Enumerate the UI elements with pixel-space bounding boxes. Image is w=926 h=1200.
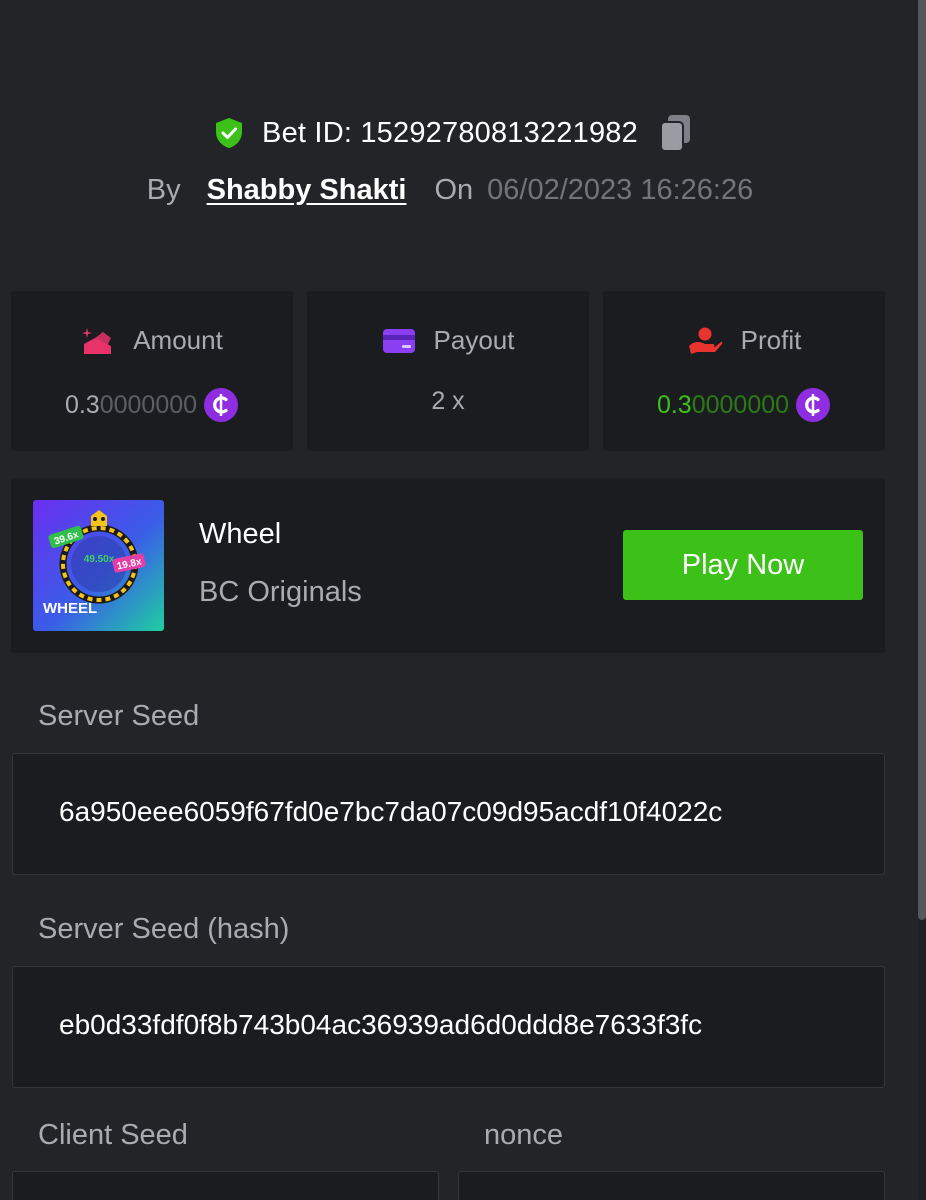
nonce-field[interactable] [458,1171,885,1200]
payout-title: Payout [307,325,589,356]
amount-card: Amount 0.3 0000000 [11,291,293,451]
payout-card: Payout 2 x [307,291,589,451]
game-provider: BC Originals [199,576,362,608]
nonce-label: nonce [484,1119,564,1151]
copy-icon[interactable] [658,113,694,153]
server-seed-field[interactable]: 6a950eee6059f67fd0e7bc7da07c09d95acdf10f… [12,753,885,875]
thumb-chip-2: 49.50x [84,554,115,565]
user-link[interactable]: Shabby Shakti [207,174,407,207]
game-card: 39.6x 49.50x 19.8x WHEEL Wheel BC Origin… [11,478,885,653]
scrollbar-thumb[interactable] [918,0,926,920]
server-seed-hash-label: Server Seed (hash) [38,913,290,945]
by-label: By [146,173,181,206]
server-seed-hash-field[interactable]: eb0d33fdf0f8b743b04ac36939ad6d0ddd8e7633… [12,966,885,1088]
bet-details-page: Bet ID: 15292780813221982 By Shabby Shak… [0,0,926,1200]
thumb-title: WHEEL [43,600,97,617]
client-seed-field[interactable] [12,1171,439,1200]
amount-title: Amount [11,325,293,356]
wheel-game-thumbnail[interactable]: 39.6x 49.50x 19.8x WHEEL [33,500,164,631]
game-name: Wheel [199,518,282,550]
server-seed-hash-value[interactable]: eb0d33fdf0f8b743b04ac36939ad6d0ddd8e7633… [59,1009,841,1041]
coin-icon [204,388,239,422]
server-seed-value[interactable]: 6a950eee6059f67fd0e7bc7da07c09d95acdf10f… [59,796,841,828]
profit-hand-icon [688,327,723,354]
payout-value: 2 x [431,387,465,415]
bet-date: 06/02/2023 16:26:26 [487,173,754,206]
on-label: On [434,173,474,206]
amount-icon [82,327,112,354]
profit-value: 0.3 0000000 [603,387,885,423]
play-now-button[interactable]: Play Now [623,530,863,600]
server-seed-label: Server Seed [38,700,200,732]
profit-title: Profit [603,325,885,356]
payout-card-icon [382,328,415,353]
coin-icon [796,388,831,422]
verified-shield-icon [216,118,243,148]
bet-meta-row: By Shabby Shakti On 06/02/2023 16:26:26 [0,168,900,212]
bet-id-row: Bet ID: 15292780813221982 [0,110,900,156]
profit-card: Profit 0.3 0000000 [603,291,885,451]
bet-id-text: Bet ID: 15292780813221982 [262,116,638,149]
amount-value: 0.3 0000000 [11,387,293,423]
client-seed-label: Client Seed [38,1119,188,1151]
